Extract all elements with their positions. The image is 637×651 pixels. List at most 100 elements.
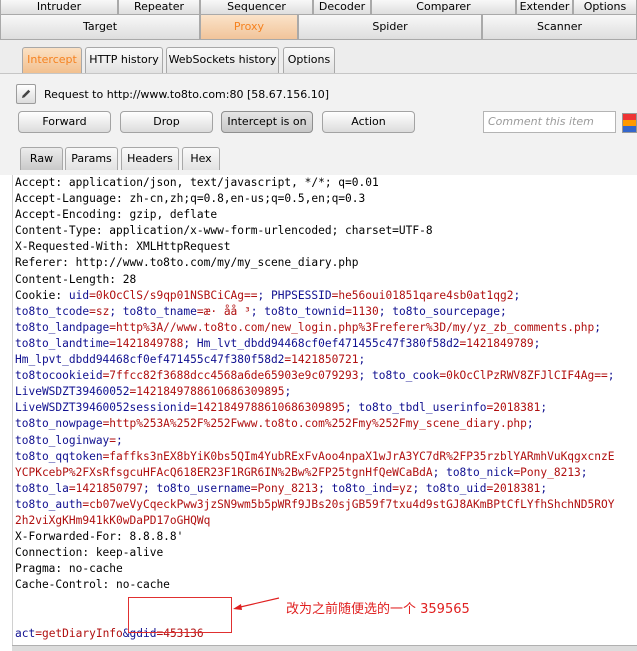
header-line: Cache-Control: no-cache: [15, 578, 170, 592]
param-key: to8to_la: [15, 481, 69, 495]
header-line: Accept-Language: zh-cn,zh;q=0.8,en-us;q=…: [15, 192, 366, 206]
header-line: Pragma: no-cache: [15, 562, 123, 576]
highlight-color-icon[interactable]: [622, 113, 637, 133]
tab-spider[interactable]: Spider: [298, 15, 482, 40]
tab-http-history[interactable]: HTTP history: [85, 47, 163, 73]
tab-intruder[interactable]: Intruder: [0, 0, 118, 15]
highlight-box: [128, 597, 232, 633]
param-key: ; Hm_lvt_dbdd94468cf0ef471455c47f380f58d…: [183, 336, 460, 350]
param-value: =yz: [392, 481, 413, 495]
cookie-line: LiveWSDZT39460052=1421849788610686309895…: [13, 384, 637, 400]
param-value: =1421849788610686309895: [129, 385, 285, 399]
cookie-line: Cookie: uid=0kOcClS/s9qp01NSBCiCAg==; PH…: [15, 288, 521, 302]
param-key: ; to8to_sourcepage: [378, 304, 500, 318]
comment-input[interactable]: Comment this item: [483, 111, 616, 133]
cookie-line: Hm_lpvt_dbdd94468cf0ef471455c47f380f58d2…: [13, 352, 637, 368]
param-key: to8to_landtime: [15, 336, 110, 350]
header-line: Connection: keep-alive: [15, 546, 164, 560]
param-value: =1421849788610686309895: [190, 401, 346, 415]
param-value: =http%3A//www.to8to.com/new_login.php%3F…: [109, 320, 595, 334]
tab-proxy-options[interactable]: Options: [283, 47, 335, 73]
param-value: =1421850797: [68, 481, 143, 495]
tab-extender[interactable]: Extender: [516, 0, 573, 15]
param-key: ; to8to_tbdl_userinfo: [345, 401, 487, 415]
forward-button[interactable]: Forward: [18, 111, 111, 133]
param-key: ; to8to_ind: [318, 481, 393, 495]
param-key: to8to_landpage: [15, 320, 110, 334]
param-value: 2h2viXgKHm941kK0wDaPD17oGHQWq: [15, 513, 211, 527]
param-key: ;: [526, 417, 534, 431]
cookie-line: to8to_nowpage=http%253A%252F%252Fwww.to8…: [13, 416, 637, 432]
tab-sequencer[interactable]: Sequencer: [200, 0, 313, 15]
param-key: Hm_lpvt_dbdd94468cf0ef471455c47f380f58d2: [15, 353, 285, 367]
request-info: Request to http://www.to8to.com:80 [58.6…: [16, 84, 329, 104]
proxy-subtabs: Intercept HTTP history WebSockets histor…: [0, 40, 637, 74]
pencil-icon[interactable]: [16, 84, 36, 104]
tab-comparer[interactable]: Comparer: [371, 0, 516, 15]
param-key: uid: [68, 288, 90, 302]
param-key: LiveWSDZT39460052: [15, 385, 130, 399]
tab-repeater[interactable]: Repeater: [118, 0, 200, 15]
param-key: to8to_auth: [15, 497, 83, 511]
intercept-panel: Request to http://www.to8to.com:80 [58.6…: [0, 74, 637, 175]
drop-button[interactable]: Drop: [120, 111, 213, 133]
header-line: X-Forwarded-For: 8.8.8.8': [15, 530, 184, 544]
trailing-headers: X-Forwarded-For: 8.8.8.8' Connection: kee…: [13, 529, 637, 593]
param-value: =2018381: [486, 481, 541, 495]
arrow-icon: [233, 597, 280, 610]
cookie-header: Cookie: uid=0kOcClS/s9qp01NSBCiCAg==; PH…: [13, 288, 637, 529]
cookie-line: to8tocookieid=7ffcc82f3688dcc4568a6de659…: [13, 368, 637, 384]
param-key: to8to_loginway: [15, 433, 110, 447]
header-line: Referer: http://www.to8to.com/my/my_scen…: [15, 256, 359, 270]
action-button[interactable]: Action: [322, 111, 415, 133]
param-value: =he56oui01851qare4sb0at1qg2: [331, 288, 514, 302]
intercept-toggle-button[interactable]: Intercept is on: [221, 111, 313, 133]
param-value: =0kOcClPzRWV8ZFJlCIF4Ag==: [439, 369, 608, 383]
param-value: =1421850721: [284, 353, 359, 367]
param-key: ;: [358, 353, 366, 367]
request-body: act=getDiaryInfo&gdid=453136: [13, 626, 637, 642]
tab-websockets-history[interactable]: WebSockets history: [166, 47, 279, 73]
tab-scanner[interactable]: Scanner: [482, 15, 637, 40]
param-value: =0kOcClS/s9qp01NSBCiCAg==: [89, 288, 258, 302]
tab-options-main[interactable]: Options: [573, 0, 637, 15]
param-key: to8to_tcode: [15, 304, 90, 318]
tab-headers[interactable]: Headers: [121, 147, 179, 170]
param-key: ;: [540, 481, 548, 495]
tab-decoder[interactable]: Decoder: [313, 0, 371, 15]
raw-request-editor[interactable]: Accept: application/json, text/javascrip…: [12, 175, 637, 647]
param-value: =1130: [345, 304, 379, 318]
annotation-note: 改为之前随便选的一个 359565: [286, 602, 470, 617]
cookie-line: to8to_landpage=http%3A//www.to8to.com/ne…: [13, 320, 637, 336]
param-value: =faffks3nEX8bYiK0bs5QIm4YubRExFvAoo4npaX…: [102, 449, 615, 463]
main-tabs-row2: Target Proxy Spider Scanner: [0, 15, 637, 41]
param-key: to8to_qqtoken: [15, 449, 103, 463]
tab-target[interactable]: Target: [0, 15, 200, 40]
param-key: ; to8to_townid: [250, 304, 346, 318]
tab-params[interactable]: Params: [65, 147, 118, 170]
param-value: =Pony_8213: [513, 465, 581, 479]
param-value: =1421849789: [459, 336, 534, 350]
tab-proxy[interactable]: Proxy: [200, 15, 298, 40]
param-key: ;: [284, 385, 292, 399]
cookie-line: to8to_auth=cb07weVyCqeckPww3jzSN9wm5b5pW…: [13, 497, 637, 513]
param-key: act: [15, 626, 36, 640]
param-key: ;: [500, 304, 507, 318]
param-key: ;: [607, 369, 615, 383]
param-key: ;: [594, 320, 601, 334]
header-lines: Accept: application/json, text/javascrip…: [13, 175, 637, 288]
param-key: ; to8to_uid: [412, 481, 487, 495]
tab-intercept[interactable]: Intercept: [22, 47, 82, 73]
header-line: X-Requested-With: XMLHttpRequest: [15, 240, 231, 254]
param-key: LiveWSDZT39460052sessionid: [15, 401, 191, 415]
param-key: ; to8to_tname: [109, 304, 197, 318]
cookie-line: to8to_la=1421850797; to8to_username=Pony…: [13, 481, 637, 497]
tab-hex[interactable]: Hex: [182, 147, 220, 170]
param-key: ;: [533, 336, 541, 350]
tab-raw[interactable]: Raw: [20, 147, 63, 170]
cookie-line: 2h2viXgKHm941kK0wDaPD17oGHQWq: [13, 513, 637, 529]
param-value: =2018381: [486, 401, 541, 415]
param-value: =7ffcc82f3688dcc4568a6de65903e9c079293: [102, 369, 359, 383]
header-line: Content-Length: 28: [15, 272, 137, 286]
param-key: to8tocookieid: [15, 369, 103, 383]
